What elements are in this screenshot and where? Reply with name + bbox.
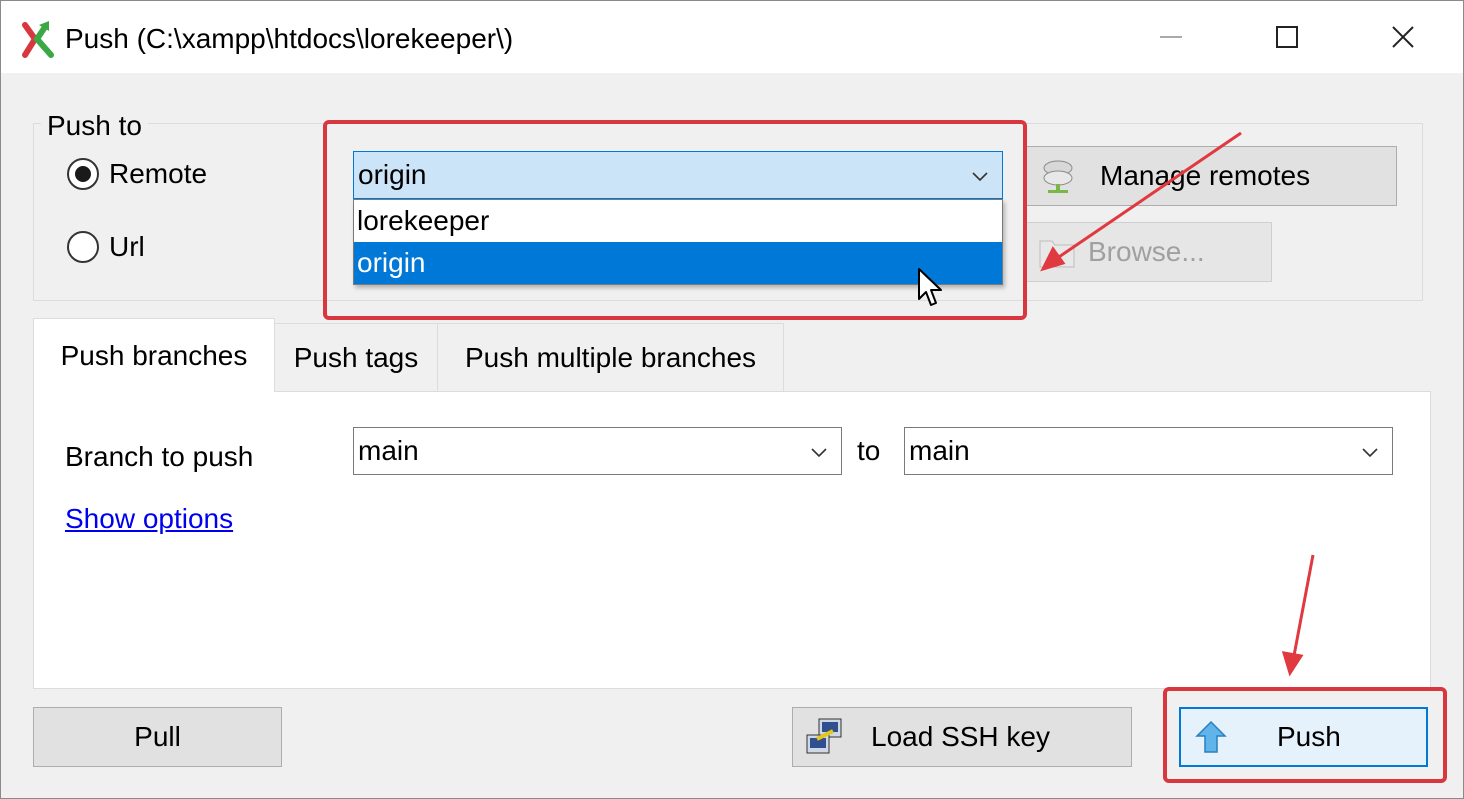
show-options-link[interactable]: Show options [65, 501, 233, 537]
load-ssh-key-label: Load SSH key [871, 721, 1050, 752]
push-dialog: Push (C:\xampp\htdocs\lorekeeper\) Push … [0, 0, 1464, 799]
manage-remotes-label: Manage remotes [1100, 160, 1311, 191]
network-remotes-icon [1043, 160, 1073, 193]
close-button[interactable] [1345, 1, 1461, 73]
tab-push-branches[interactable]: Push branches [33, 318, 275, 392]
remote-branch-select[interactable]: main [904, 427, 1393, 475]
browse-button[interactable]: Browse... [1025, 222, 1272, 282]
manage-remotes-button[interactable]: Manage remotes [1025, 146, 1397, 206]
close-icon [1392, 26, 1414, 48]
chevron-down-icon [811, 448, 827, 458]
chevron-down-icon [1362, 448, 1378, 458]
title-bar[interactable]: Push (C:\xampp\htdocs\lorekeeper\) [1, 1, 1463, 73]
local-branch-select[interactable]: main [353, 427, 842, 475]
load-ssh-key-button[interactable]: Load SSH key [792, 707, 1132, 767]
remote-radio-label: Remote [109, 158, 208, 189]
local-branch-value: main [358, 435, 419, 466]
minimize-button[interactable] [1113, 1, 1229, 73]
git-extensions-logo-icon [22, 21, 54, 58]
remote-radio-option[interactable]: Remote [67, 158, 207, 190]
url-radio-label: Url [109, 231, 145, 262]
browse-label: Browse... [1088, 236, 1205, 267]
putty-key-icon [806, 718, 842, 754]
window-title: Push (C:\xampp\htdocs\lorekeeper\) [65, 23, 514, 54]
maximize-button[interactable] [1229, 1, 1345, 73]
maximize-icon [1276, 26, 1298, 48]
url-radio[interactable] [67, 231, 99, 263]
remote-branch-value: main [909, 435, 970, 466]
url-radio-option[interactable]: Url [67, 231, 145, 263]
folder-icon [1039, 240, 1075, 268]
to-label: to [857, 435, 881, 466]
radio-selected-dot [75, 166, 91, 182]
annotation-highlight-remote [323, 120, 1027, 320]
tab-push-multiple-branches[interactable]: Push multiple branches [437, 323, 784, 391]
push-to-group-label: Push to [41, 109, 148, 143]
minimize-icon [1160, 36, 1182, 38]
annotation-highlight-push [1163, 687, 1447, 783]
branch-to-push-label: Branch to push [65, 441, 254, 472]
remote-radio[interactable] [67, 158, 99, 190]
pull-button[interactable]: Pull [33, 707, 282, 767]
tab-push-tags[interactable]: Push tags [274, 323, 438, 391]
